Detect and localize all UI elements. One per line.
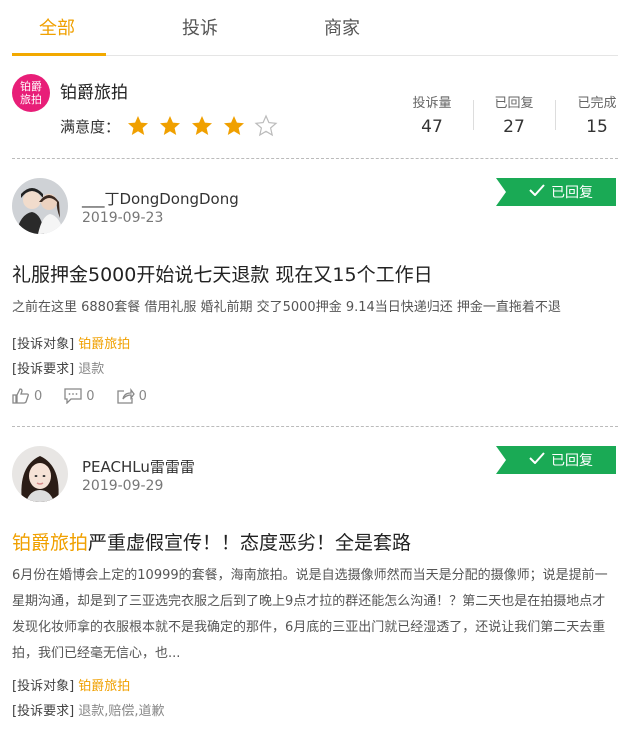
target-label: [投诉对象] — [12, 337, 75, 352]
star-filled-icon — [192, 116, 213, 135]
username[interactable]: PEACHLu雷雷雷 — [82, 456, 195, 477]
post-date: 2019-09-23 — [82, 210, 164, 226]
stat-value: 15 — [586, 117, 608, 137]
post-date: 2019-09-29 — [82, 478, 164, 494]
like-count: 0 — [34, 388, 43, 404]
satisfaction-label: 满意度： — [60, 117, 121, 136]
star-empty-icon — [254, 114, 278, 137]
status-text: 已回复 — [551, 185, 593, 201]
divider — [12, 426, 618, 427]
title-merchant-highlight: 铂爵旅拍 — [12, 532, 89, 554]
tab-merchants[interactable]: 商家 — [324, 14, 360, 40]
check-icon — [529, 184, 545, 200]
logo-text-top: 铂爵 — [20, 80, 42, 93]
status-badge: 已回复 — [496, 178, 616, 206]
stat-value: 47 — [421, 117, 443, 137]
merchant-logo[interactable]: 铂爵 旅拍 — [12, 74, 50, 112]
check-icon — [529, 452, 545, 468]
stat-divider — [555, 100, 556, 130]
thumbs-up-icon — [12, 388, 29, 404]
username[interactable]: ___丁DongDongDong — [82, 188, 239, 209]
complaint-body[interactable]: 之前在这里 6880套餐 借用礼服 婚礼前期 交了5000押金 9.14当日快递… — [12, 295, 618, 321]
comment-button[interactable]: 0 — [64, 388, 95, 404]
status-text: 已回复 — [551, 453, 593, 469]
complaint-card[interactable]: PEACHLu雷雷雷 2019-09-29 已回复 铂爵旅拍严重虚假宣传！！态度… — [12, 446, 618, 731]
stat-completed: 已完成 15 — [563, 92, 631, 137]
star-filled-icon — [128, 116, 149, 135]
title-text: 严重虚假宣传！！态度恶劣！全是套路 — [88, 532, 412, 554]
complaint-body[interactable]: 6月份在婚博会上定的10999的套餐，海南旅拍。说是自选摄像师然而当天是分配的摄… — [12, 563, 618, 667]
complaint-title[interactable]: 铂爵旅拍严重虚假宣传！！态度恶劣！全是套路 — [12, 528, 411, 555]
rating-stars — [126, 114, 286, 138]
share-icon — [116, 388, 135, 404]
tab-complaints[interactable]: 投诉 — [182, 14, 218, 40]
title-text: 礼服押金5000开始说七天退款 现在又15个工作日 — [12, 264, 433, 286]
complaint-title[interactable]: 礼服押金5000开始说七天退款 现在又15个工作日 — [12, 260, 433, 287]
comment-icon — [64, 388, 82, 404]
share-count: 0 — [138, 388, 147, 404]
complaint-request: [投诉要求] 退款,赔偿,道歉 — [12, 700, 165, 719]
stat-complaint-count: 投诉量 47 — [398, 92, 466, 137]
target-label: [投诉对象] — [12, 679, 75, 694]
request-label: [投诉要求] — [12, 704, 75, 719]
stat-value: 27 — [503, 117, 525, 137]
tab-all[interactable]: 全部 — [39, 14, 75, 40]
avatar[interactable] — [12, 446, 68, 502]
stat-divider — [473, 100, 474, 130]
request-label: [投诉要求] — [12, 362, 75, 377]
star-filled-icon — [224, 116, 245, 135]
target-link[interactable]: 铂爵旅拍 — [78, 679, 130, 694]
complaint-target: [投诉对象] 铂爵旅拍 — [12, 675, 130, 694]
satisfaction-row: 满意度： — [60, 114, 286, 138]
merchant-name[interactable]: 铂爵旅拍 — [60, 78, 128, 103]
stat-replied: 已回复 27 — [480, 92, 548, 137]
divider — [12, 158, 618, 159]
request-value: 退款 — [78, 362, 105, 377]
avatar[interactable] — [12, 178, 68, 234]
stat-label: 已回复 — [494, 96, 534, 111]
target-link[interactable]: 铂爵旅拍 — [78, 337, 130, 352]
request-value: 退款,赔偿,道歉 — [78, 704, 165, 719]
complaint-target: [投诉对象] 铂爵旅拍 — [12, 333, 130, 352]
stat-label: 已完成 — [577, 96, 617, 111]
merchant-summary: 铂爵 旅拍 铂爵旅拍 满意度： 投诉量 47 已回复 27 已完成 15 — [12, 70, 618, 158]
complaint-card[interactable]: ___丁DongDongDong 2019-09-23 已回复 礼服押金5000… — [12, 178, 618, 418]
star-filled-icon — [160, 116, 181, 135]
logo-text-bottom: 旅拍 — [20, 93, 42, 106]
complaint-request: [投诉要求] 退款 — [12, 358, 104, 377]
share-button[interactable]: 0 — [116, 388, 147, 404]
active-tab-indicator — [12, 53, 106, 56]
like-button[interactable]: 0 — [12, 388, 42, 404]
status-badge: 已回复 — [496, 446, 616, 474]
stat-label: 投诉量 — [412, 96, 452, 111]
comment-count: 0 — [86, 388, 95, 404]
action-bar: 0 0 0 — [12, 388, 169, 404]
tab-bar: 全部 投诉 商家 — [12, 0, 618, 56]
